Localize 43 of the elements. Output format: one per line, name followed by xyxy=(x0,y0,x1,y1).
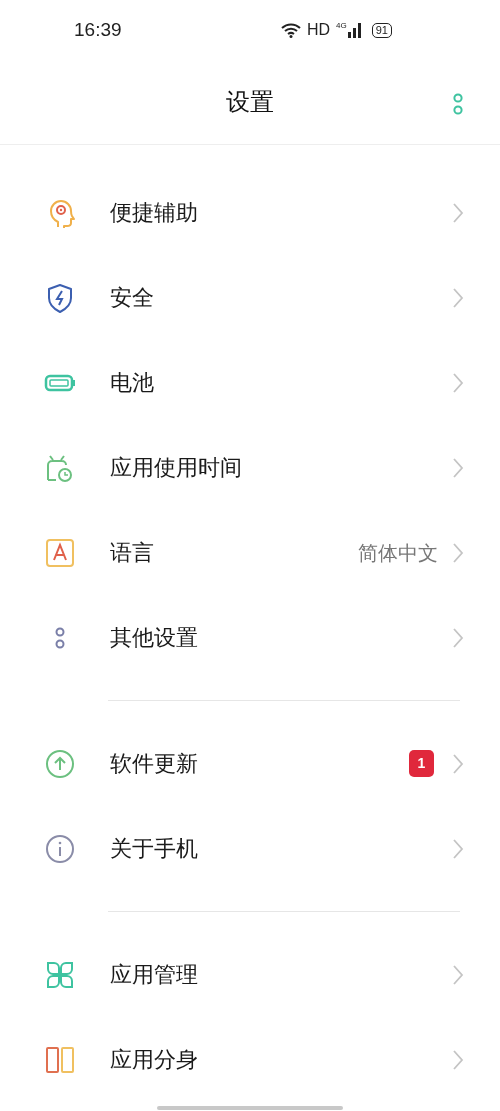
settings-item[interactable]: 应用管理 xyxy=(0,932,500,1017)
settings-item[interactable]: 应用分身 xyxy=(0,1017,500,1102)
status-time: 16:39 xyxy=(74,17,122,42)
chevron-right-icon xyxy=(452,201,464,224)
item-label: 应用使用时间 xyxy=(110,454,243,482)
wifi-icon xyxy=(280,22,301,38)
settings-item[interactable]: 便捷辅助 xyxy=(0,170,500,255)
item-label: 便捷辅助 xyxy=(110,199,199,227)
more-menu-icon[interactable] xyxy=(452,93,464,115)
chevron-right-icon xyxy=(452,837,464,860)
settings-item[interactable]: 应用使用时间 xyxy=(0,425,500,510)
item-label: 其他设置 xyxy=(110,624,199,652)
page-title: 设置 xyxy=(226,87,274,117)
chevron-right-icon xyxy=(452,752,464,775)
chevron-right-icon xyxy=(452,371,464,394)
chevron-right-icon xyxy=(452,541,464,564)
upload-icon xyxy=(44,747,76,780)
battery-indicator: 91 xyxy=(371,22,392,38)
item-label: 软件更新 xyxy=(110,750,199,778)
item-label: 语言 xyxy=(110,539,155,567)
settings-item[interactable]: 语言 简体中文 xyxy=(0,510,500,595)
signal-icon xyxy=(347,22,362,38)
item-label: 安全 xyxy=(110,284,155,312)
chevron-right-icon xyxy=(452,1048,464,1071)
settings-item[interactable]: 电池 xyxy=(0,340,500,425)
update-count-badge: 1 xyxy=(409,750,434,777)
settings-item[interactable]: 安全 xyxy=(0,255,500,340)
item-label: 应用分身 xyxy=(110,1046,199,1074)
item-value: 简体中文 xyxy=(358,540,438,566)
network-type: 4G xyxy=(336,22,347,30)
item-label: 应用管理 xyxy=(110,961,199,989)
chevron-right-icon xyxy=(452,456,464,479)
chevron-right-icon xyxy=(452,963,464,986)
settings-item[interactable]: 其他设置 xyxy=(0,595,500,680)
chevron-right-icon xyxy=(452,626,464,649)
item-label: 电池 xyxy=(110,369,155,397)
hd-indicator: HD xyxy=(306,20,331,40)
letter-a-icon xyxy=(44,536,76,569)
item-label: 关于手机 xyxy=(110,835,199,863)
settings-item[interactable]: 关于手机 xyxy=(0,806,500,891)
settings-item[interactable]: 软件更新 1 xyxy=(0,721,500,806)
chevron-right-icon xyxy=(452,286,464,309)
info-icon xyxy=(44,832,76,865)
